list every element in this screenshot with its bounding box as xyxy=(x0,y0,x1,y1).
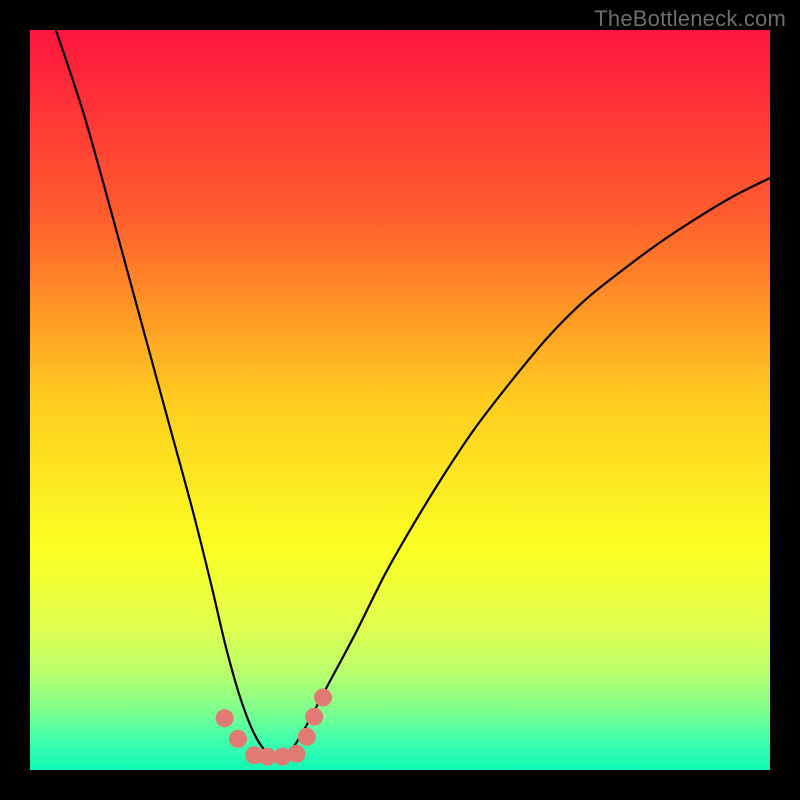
marker-dot xyxy=(298,728,316,746)
marker-dot xyxy=(216,709,234,727)
marker-dot xyxy=(314,688,332,706)
watermark-text: TheBottleneck.com xyxy=(594,6,786,32)
chart-frame: TheBottleneck.com xyxy=(0,0,800,800)
plot-area xyxy=(30,30,770,770)
chart-svg xyxy=(30,30,770,770)
marker-dot xyxy=(287,745,305,763)
marker-dot xyxy=(305,708,323,726)
chart-background xyxy=(30,30,770,770)
marker-dot xyxy=(229,730,247,748)
